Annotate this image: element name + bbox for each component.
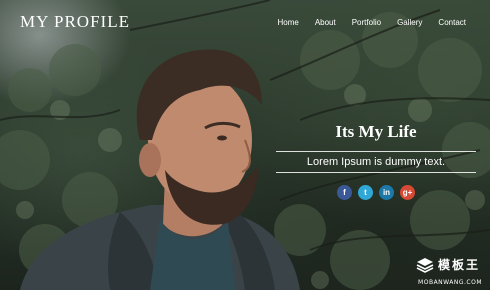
watermark-name: 模板王: [437, 258, 480, 272]
hero-subline: Lorem Ipsum is dummy text.: [306, 156, 446, 168]
hero-tagline: Its My Life Lorem Ipsum is dummy text. f…: [276, 120, 476, 200]
main-navigation: Home About Portfolio Gallery Contact: [261, 18, 466, 27]
social-links: f t in g+: [276, 185, 476, 200]
watermark-logo-icon: [416, 257, 434, 273]
nav-portfolio[interactable]: Portfolio: [352, 18, 381, 27]
twitter-icon[interactable]: t: [358, 185, 373, 200]
watermark: 模板王 MOBANWANG.COM: [404, 256, 484, 286]
site-logo-title[interactable]: MY PROFILE: [20, 12, 130, 32]
hero-headline: Its My Life: [335, 122, 417, 141]
nav-home[interactable]: Home: [277, 18, 298, 27]
facebook-icon[interactable]: f: [337, 185, 352, 200]
nav-contact[interactable]: Contact: [438, 18, 466, 27]
hero-banner: MY PROFILE Home About Portfolio Gallery …: [0, 0, 490, 290]
watermark-url: MOBANWANG.COM: [418, 279, 482, 286]
google-plus-icon[interactable]: g+: [400, 185, 415, 200]
headline-divider-bottom: [276, 172, 476, 173]
nav-gallery[interactable]: Gallery: [397, 18, 422, 27]
nav-about[interactable]: About: [315, 18, 336, 27]
linkedin-icon[interactable]: in: [379, 185, 394, 200]
